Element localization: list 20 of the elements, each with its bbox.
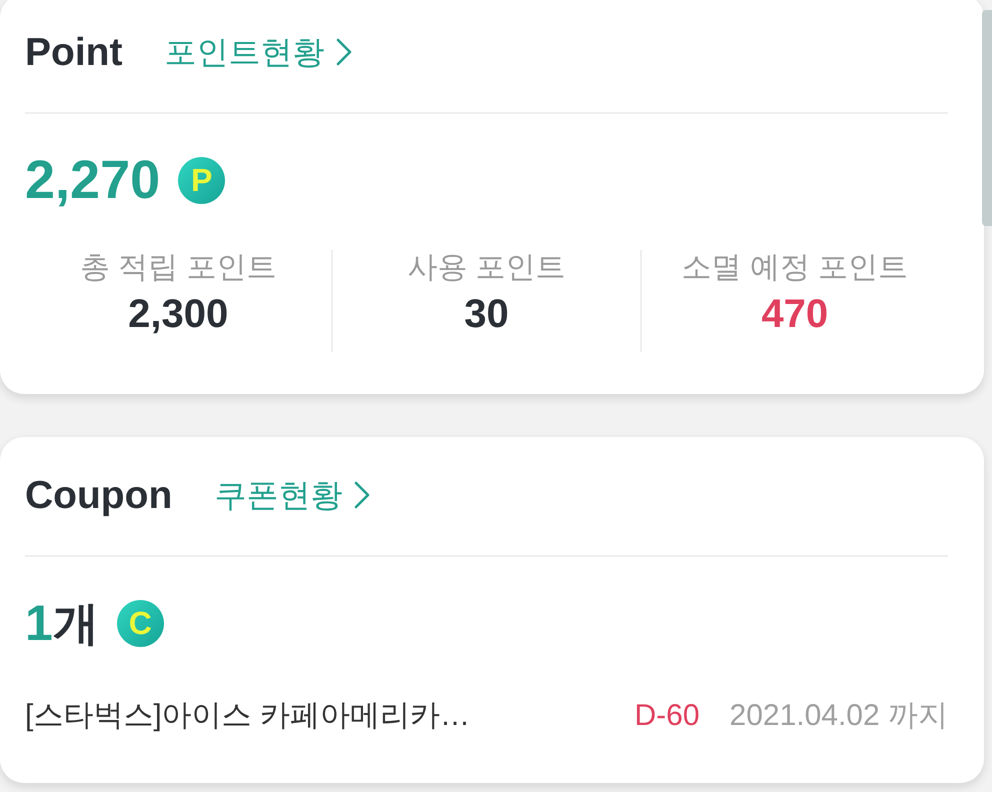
stat-value: 2,300 — [128, 292, 228, 336]
coupon-badge: C — [116, 600, 164, 646]
coupon-name: [스타벅스]아이스 카페아메리카… — [25, 698, 470, 734]
status-link[interactable]: 쿠폰현황 — [214, 479, 370, 511]
chevron-right-icon — [336, 38, 352, 66]
status-link[interactable]: 포인트현황 — [164, 36, 352, 68]
point-badge: P — [178, 156, 226, 204]
chevron-right-icon — [354, 481, 370, 509]
card-title: Point — [25, 32, 122, 72]
stat-label: 소멸 예정 포인트 — [681, 250, 908, 286]
card-title: Coupon — [25, 476, 172, 514]
expiry-date: 2021.04.02 까지 — [730, 698, 948, 734]
stat-label: 총 적립 포인트 — [80, 250, 276, 286]
d-day: D-60 — [634, 696, 700, 736]
count-unit: 개 — [52, 600, 99, 646]
stat-value: 30 — [464, 292, 509, 336]
stat-label: 사용 포인트 — [407, 250, 566, 286]
coupon-count: 1 — [25, 598, 53, 648]
point-amount: 2,270 — [25, 153, 160, 207]
stat-value: 470 — [761, 292, 828, 336]
